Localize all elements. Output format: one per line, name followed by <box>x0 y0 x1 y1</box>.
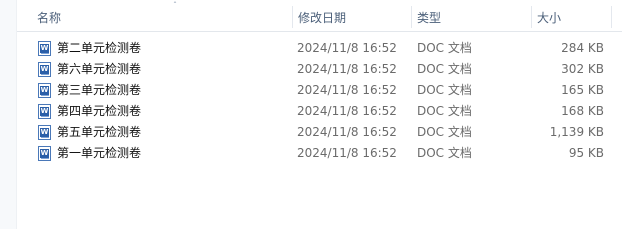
file-row[interactable]: W 第一单元检测卷 2024/11/8 16:52 DOC 文档 95 KB <box>17 143 622 164</box>
column-header-type-label: 类型 <box>417 11 442 25</box>
word-doc-icon: W <box>38 104 51 119</box>
column-header-date[interactable]: 修改日期 <box>292 0 412 31</box>
file-row[interactable]: W 第五单元检测卷 2024/11/8 16:52 DOC 文档 1,139 KB <box>17 122 622 143</box>
word-doc-icon: W <box>38 125 51 140</box>
column-header-bar: 名称 ˆ 修改日期 类型 大小 <box>17 0 622 32</box>
sort-ascending-icon: ˆ <box>173 1 177 10</box>
column-header-type[interactable]: 类型 <box>411 0 531 31</box>
column-header-size-label: 大小 <box>537 11 562 25</box>
file-list: W 第二单元检测卷 2024/11/8 16:52 DOC 文档 284 KB W 第六单元… <box>17 38 622 164</box>
file-name: 第四单元检测卷 <box>57 104 142 118</box>
file-date: 2024/11/8 16:52 <box>297 83 397 97</box>
file-date: 2024/11/8 16:52 <box>297 41 397 55</box>
word-doc-icon: W <box>38 146 51 161</box>
file-type: DOC 文档 <box>417 62 472 76</box>
column-divider[interactable] <box>611 6 612 28</box>
file-date: 2024/11/8 16:52 <box>297 62 397 76</box>
column-header-name-label: 名称 <box>37 11 62 25</box>
column-header-date-label: 修改日期 <box>298 11 347 25</box>
file-size: 95 KB <box>568 146 604 160</box>
file-name: 第五单元检测卷 <box>57 125 142 139</box>
file-name: 第六单元检测卷 <box>57 62 142 76</box>
file-row[interactable]: W 第三单元检测卷 2024/11/8 16:52 DOC 文档 165 KB <box>17 80 622 101</box>
file-date: 2024/11/8 16:52 <box>297 125 397 139</box>
column-header-name[interactable]: 名称 <box>31 0 291 31</box>
file-row[interactable]: W 第四单元检测卷 2024/11/8 16:52 DOC 文档 168 KB <box>17 101 622 122</box>
file-size: 302 KB <box>561 62 604 76</box>
file-date: 2024/11/8 16:52 <box>297 104 397 118</box>
file-name: 第一单元检测卷 <box>57 146 142 160</box>
file-date: 2024/11/8 16:52 <box>297 146 397 160</box>
file-type: DOC 文档 <box>417 146 472 160</box>
file-size: 165 KB <box>561 83 604 97</box>
file-size: 168 KB <box>561 104 604 118</box>
file-size: 1,139 KB <box>549 125 604 139</box>
word-doc-icon: W <box>38 62 51 77</box>
file-type: DOC 文档 <box>417 104 472 118</box>
column-header-size[interactable]: 大小 <box>531 0 611 31</box>
file-row[interactable]: W 第二单元检测卷 2024/11/8 16:52 DOC 文档 284 KB <box>17 38 622 59</box>
word-doc-icon: W <box>38 83 51 98</box>
file-row[interactable]: W 第六单元检测卷 2024/11/8 16:52 DOC 文档 302 KB <box>17 59 622 80</box>
file-name: 第三单元检测卷 <box>57 83 142 97</box>
file-size: 284 KB <box>561 41 604 55</box>
navigation-pane-edge <box>0 0 17 229</box>
file-type: DOC 文档 <box>417 83 472 97</box>
file-type: DOC 文档 <box>417 125 472 139</box>
file-type: DOC 文档 <box>417 41 472 55</box>
word-doc-icon: W <box>38 41 51 56</box>
file-name: 第二单元检测卷 <box>57 41 142 55</box>
